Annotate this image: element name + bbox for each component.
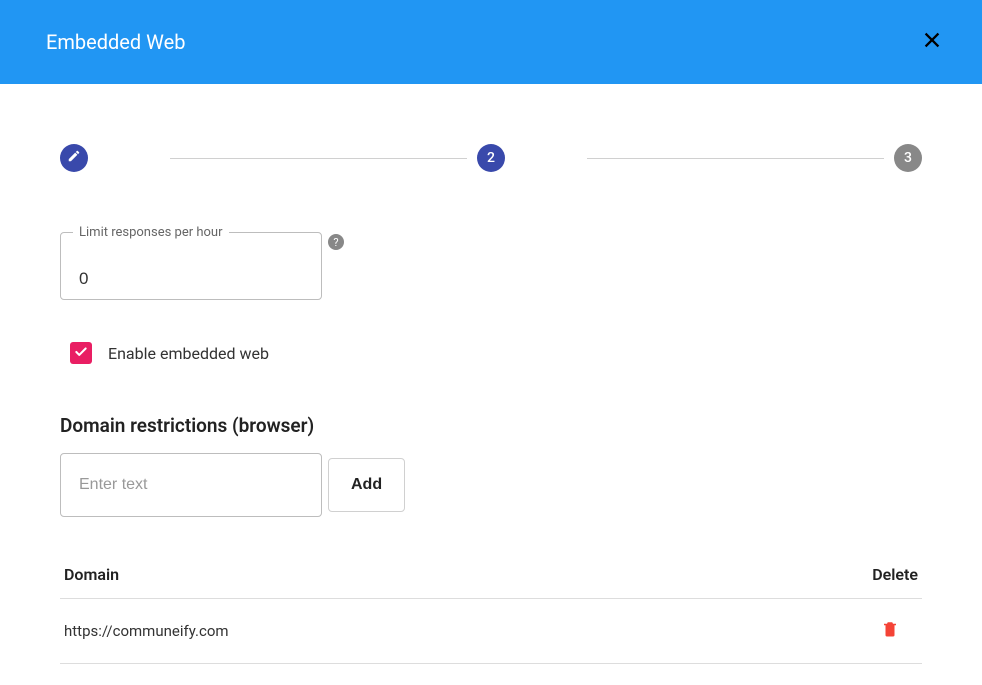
enable-embedded-row: Enable embedded web [70, 342, 922, 364]
limit-field-wrapper: Limit responses per hour [60, 232, 322, 300]
enable-embedded-checkbox[interactable] [70, 342, 92, 364]
column-domain: Domain [64, 565, 119, 584]
domain-restrictions-title: Domain restrictions (browser) [60, 414, 922, 437]
pencil-icon [67, 149, 81, 167]
trash-icon [881, 619, 899, 643]
step-1[interactable] [60, 144, 88, 172]
limit-field-group: Limit responses per hour ? [60, 232, 344, 300]
close-button[interactable] [918, 28, 946, 56]
table-header: Domain Delete [60, 565, 922, 599]
add-button[interactable]: Add [328, 458, 405, 512]
dialog-title: Embedded Web [46, 30, 185, 54]
domain-cell: https://communeify.com [64, 622, 229, 640]
stepper: 2 3 [60, 144, 922, 172]
limit-input[interactable] [79, 269, 303, 289]
limit-field-label: Limit responses per hour [73, 225, 229, 240]
help-icon[interactable]: ? [328, 234, 344, 250]
column-delete: Delete [872, 565, 918, 584]
enable-embedded-label: Enable embedded web [108, 344, 269, 363]
checkmark-icon [74, 344, 88, 363]
step-3-label: 3 [904, 150, 912, 166]
dialog-content: 2 3 Limit responses per hour ? Enable em… [0, 84, 982, 664]
step-2-label: 2 [487, 150, 495, 166]
step-connector [587, 158, 884, 159]
dialog-header: Embedded Web [0, 0, 982, 84]
domain-table: Domain Delete https://communeify.com [60, 565, 922, 664]
delete-button[interactable] [876, 617, 904, 645]
table-row: https://communeify.com [60, 599, 922, 664]
domain-input[interactable] [60, 453, 322, 517]
step-connector [170, 158, 467, 159]
step-2[interactable]: 2 [477, 144, 505, 172]
step-3[interactable]: 3 [894, 144, 922, 172]
domain-add-row: Add [60, 453, 922, 517]
close-icon [921, 29, 943, 55]
